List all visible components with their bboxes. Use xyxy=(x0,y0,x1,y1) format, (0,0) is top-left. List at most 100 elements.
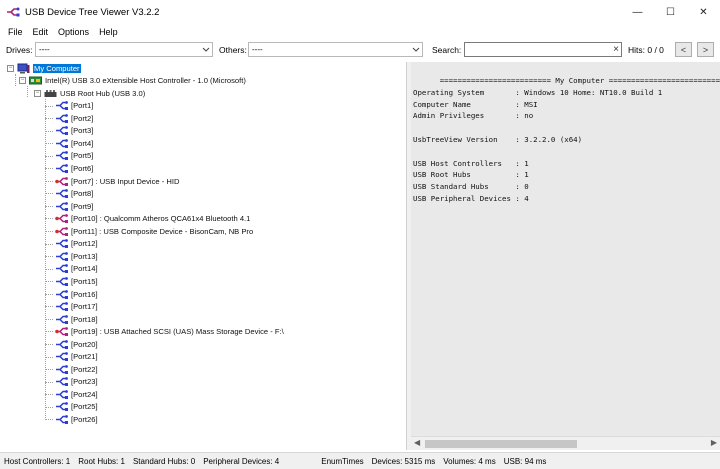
tree-node-port[interactable]: [Port5] xyxy=(55,150,93,163)
others-select[interactable]: ---- xyxy=(248,42,423,57)
tree-connector xyxy=(45,369,53,371)
status-usb-time: USB: 94 ms xyxy=(503,456,547,466)
tree-connector xyxy=(45,318,53,320)
tree-node-usb-device[interactable]: [Port11] : USB Composite Device - BisonC… xyxy=(55,225,253,238)
tree-node-port[interactable]: [Port12] xyxy=(55,238,98,251)
scroll-right-icon[interactable]: ▶ xyxy=(711,438,717,447)
search-input[interactable]: × xyxy=(464,42,622,57)
usb-port-icon xyxy=(56,201,68,211)
computer-icon xyxy=(17,63,30,74)
maximize-button[interactable]: ☐ xyxy=(654,0,687,24)
drives-select-value: ---- xyxy=(39,45,50,54)
collapse-toggle[interactable]: − xyxy=(19,77,26,85)
minimize-button[interactable]: — xyxy=(621,0,654,24)
details-pane[interactable]: ========================= My Computer ==… xyxy=(411,62,720,450)
menu-edit[interactable]: Edit xyxy=(29,27,53,37)
usb-device-icon xyxy=(55,176,68,186)
menu-help[interactable]: Help xyxy=(95,27,122,37)
tree-node-port[interactable]: [Port18] xyxy=(55,313,98,326)
horizontal-scrollbar[interactable]: ◀ ▶ xyxy=(411,436,720,450)
tree-node-label: [Port12] xyxy=(71,239,98,249)
tree-connector xyxy=(45,231,53,232)
tree-connector xyxy=(45,356,53,358)
tree-connector xyxy=(45,130,53,132)
tree-node-label: [Port10] : Qualcomm Atheros QCA61x4 Blue… xyxy=(71,214,251,224)
details-line: USB Host Controllers : 1 xyxy=(413,158,529,168)
usb-port-icon xyxy=(56,402,68,412)
status-standard-hubs: Standard Hubs: 0 xyxy=(132,456,196,466)
tree-node-port[interactable]: [Port9] xyxy=(55,200,93,213)
usb-port-icon xyxy=(56,415,68,424)
tree-node-host-controller[interactable]: − Intel(R) USB 3.0 eXtensible Host Contr… xyxy=(19,75,246,88)
drives-select[interactable]: ---- xyxy=(35,42,213,57)
tree-node-label: [Port8] xyxy=(71,189,94,199)
tree-node-port[interactable]: [Port15] xyxy=(55,275,98,288)
tree-connector xyxy=(45,243,53,245)
clear-search-icon[interactable]: × xyxy=(613,43,619,56)
details-line: Computer Name : MSI xyxy=(413,99,538,109)
tree-connector xyxy=(45,331,53,333)
tree-node-label: [Port23] xyxy=(71,377,98,387)
tree-connector xyxy=(45,205,53,207)
tree-node-port[interactable]: [Port21] xyxy=(55,351,98,364)
usb-port-icon xyxy=(56,277,68,286)
tree-node-port[interactable]: [Port26] xyxy=(55,413,98,426)
tree-node-port[interactable]: [Port24] xyxy=(55,388,98,401)
hits-counter: Hits: 0 / 0 xyxy=(628,45,664,55)
tree-node-usb-device[interactable]: [Port7] : USB Input Device - HID xyxy=(55,175,179,188)
tree-node-port[interactable]: [Port25] xyxy=(55,401,98,414)
tree-node-label: [Port26] xyxy=(71,415,98,424)
tree-node-port[interactable]: [Port14] xyxy=(55,263,98,276)
tree-node-root-hub[interactable]: − USB Root Hub (USB 3.0) xyxy=(34,87,145,100)
menu-file[interactable]: File xyxy=(4,27,27,37)
previous-hit-button[interactable]: < xyxy=(675,42,692,57)
usb-hub-icon xyxy=(44,89,57,97)
menu-options[interactable]: Options xyxy=(54,27,93,37)
collapse-toggle[interactable]: − xyxy=(34,89,41,97)
tree-connector xyxy=(45,180,53,182)
tree-node-usb-device[interactable]: [Port19] : USB Attached SCSI (UAS) Mass … xyxy=(55,325,284,338)
details-line xyxy=(413,122,720,134)
details-line: USB Peripheral Devices : 4 xyxy=(413,193,529,203)
scrollbar-thumb[interactable] xyxy=(425,440,577,448)
tree-node-label: [Port7] : USB Input Device - HID xyxy=(71,176,180,186)
usb-port-icon xyxy=(56,364,68,374)
tree-node-port[interactable]: [Port20] xyxy=(55,338,98,351)
menu-bar: File Edit Options Help xyxy=(0,24,720,40)
tree-node-port[interactable]: [Port16] xyxy=(55,288,98,301)
search-label: Search: xyxy=(432,45,462,55)
scroll-left-icon[interactable]: ◀ xyxy=(414,438,420,447)
usb-port-icon xyxy=(56,339,68,349)
usb-port-icon xyxy=(56,126,68,136)
status-peripheral-devices: Peripheral Devices: 4 xyxy=(203,456,280,466)
tree-node-usb-device[interactable]: [Port10] : Qualcomm Atheros QCA61x4 Blue… xyxy=(55,212,250,225)
tree-node-port[interactable]: [Port8] xyxy=(55,187,93,200)
tree-node-label: [Port1] xyxy=(71,101,94,111)
tree-node-port[interactable]: [Port22] xyxy=(55,363,98,376)
tree-node-port[interactable]: [Port2] xyxy=(55,112,93,125)
usb-port-icon xyxy=(56,113,68,123)
tree-node-label: [Port4] xyxy=(71,138,94,148)
details-text: ========================= My Computer ==… xyxy=(413,75,720,205)
tree-node-my-computer[interactable]: − My Computer xyxy=(7,62,81,75)
status-volumes-time: Volumes: 4 ms xyxy=(443,456,496,466)
details-line: ========================= My Computer ==… xyxy=(413,76,720,85)
tree-node-port[interactable]: [Port3] xyxy=(55,125,93,138)
tree-connector xyxy=(15,74,16,86)
usb-port-icon xyxy=(56,251,68,261)
tree-node-port[interactable]: [Port1] xyxy=(55,100,93,113)
tree-node-port[interactable]: [Port4] xyxy=(55,137,93,150)
tree-node-label: [Port9] xyxy=(71,201,94,211)
tree-node-port[interactable]: [Port23] xyxy=(55,376,98,389)
close-button[interactable]: ✕ xyxy=(687,0,720,24)
tree-connector xyxy=(45,419,53,421)
tree-node-label: [Port21] xyxy=(71,352,98,362)
device-tree[interactable]: − My Computer − Intel(R) USB 3.0 eXtensi… xyxy=(3,62,407,450)
tree-node-port[interactable]: [Port13] xyxy=(55,250,98,263)
tree-node-port[interactable]: [Port17] xyxy=(55,300,98,313)
tree-connector xyxy=(45,143,53,145)
tree-node-label: [Port16] xyxy=(71,289,98,299)
tree-node-port[interactable]: [Port6] xyxy=(55,162,93,175)
collapse-toggle[interactable]: − xyxy=(7,64,14,72)
next-hit-button[interactable]: > xyxy=(697,42,714,57)
